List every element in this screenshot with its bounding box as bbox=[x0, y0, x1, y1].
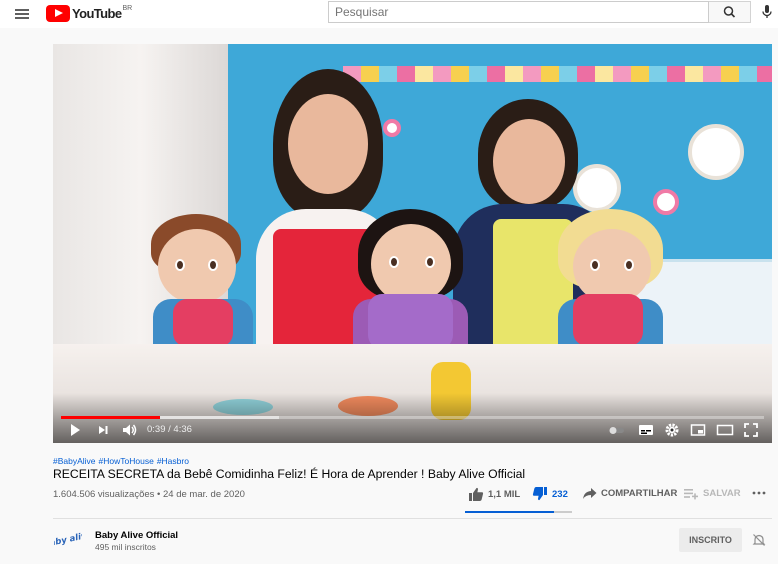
volume-icon[interactable] bbox=[121, 422, 139, 438]
youtube-watch-page: YouTube BR Pesquisar 0:39 / 4:36 #BabyAl… bbox=[0, 0, 778, 564]
hashtag-link[interactable]: #HowToHouse bbox=[99, 456, 154, 466]
progress-bar[interactable] bbox=[61, 416, 764, 419]
subscribe-button[interactable]: INSCRITO bbox=[679, 528, 742, 552]
like-button[interactable]: 1,1 MIL bbox=[468, 487, 520, 501]
autoplay-toggle-icon[interactable] bbox=[608, 422, 628, 438]
dislike-count: 232 bbox=[552, 488, 568, 500]
search-input[interactable]: Pesquisar bbox=[328, 1, 709, 23]
like-count: 1,1 MIL bbox=[488, 488, 521, 500]
search-icon bbox=[723, 6, 736, 18]
settings-icon[interactable] bbox=[664, 422, 680, 438]
divider bbox=[53, 518, 772, 519]
fullscreen-icon[interactable] bbox=[743, 422, 759, 438]
save-label: SALVAR bbox=[703, 488, 741, 499]
like-dislike-ratio-bar bbox=[465, 511, 572, 513]
play-icon[interactable] bbox=[67, 422, 83, 438]
save-button[interactable]: SALVAR bbox=[683, 487, 741, 500]
dislike-button[interactable]: 232 bbox=[532, 487, 568, 501]
like-ratio-fill bbox=[465, 511, 554, 513]
video-frame bbox=[53, 44, 772, 443]
meta-separator: • bbox=[157, 489, 161, 500]
search-button[interactable] bbox=[709, 1, 751, 23]
hashtag-link[interactable]: #BabyAlive bbox=[53, 456, 96, 466]
theater-mode-icon[interactable] bbox=[716, 422, 734, 438]
next-icon[interactable] bbox=[95, 422, 111, 438]
share-button[interactable]: COMPARTILHAR bbox=[582, 487, 677, 500]
channel-name[interactable]: Baby Alive Official bbox=[95, 530, 178, 541]
channel-avatar-logo-text: baby alive bbox=[54, 530, 82, 550]
subtitles-icon[interactable] bbox=[638, 422, 654, 438]
video-title: RECEITA SECRETA da Bebê Comidinha Feliz!… bbox=[53, 467, 526, 481]
video-meta: 1.604.506 visualizações • 24 de mar. de … bbox=[53, 489, 245, 500]
miniplayer-icon[interactable] bbox=[690, 422, 706, 438]
share-label: COMPARTILHAR bbox=[601, 488, 678, 499]
view-count: 1.604.506 visualizações bbox=[53, 489, 155, 500]
hashtag-list: #BabyAlive #HowToHouse #Hasbro bbox=[53, 456, 192, 466]
notification-bell-off-icon[interactable] bbox=[752, 533, 766, 547]
channel-avatar[interactable]: baby alive bbox=[43, 528, 94, 552]
more-actions-icon[interactable] bbox=[751, 487, 771, 499]
add-to-playlist-icon bbox=[684, 489, 698, 500]
thumbs-up-icon bbox=[469, 487, 484, 501]
microphone-icon[interactable] bbox=[758, 3, 776, 21]
logo-country-code: BR bbox=[122, 5, 133, 12]
thumbs-down-icon bbox=[532, 487, 547, 501]
time-display: 0:39 / 4:36 bbox=[147, 424, 192, 435]
video-player[interactable]: 0:39 / 4:36 bbox=[53, 44, 772, 443]
masthead: YouTube BR Pesquisar bbox=[0, 0, 778, 28]
menu-icon[interactable] bbox=[12, 4, 32, 24]
subscriber-count: 495 mil inscritos bbox=[95, 542, 156, 552]
hashtag-link[interactable]: #Hasbro bbox=[157, 456, 189, 466]
youtube-play-logo-icon bbox=[46, 5, 70, 22]
share-icon bbox=[583, 488, 597, 499]
youtube-logo[interactable]: YouTube BR bbox=[46, 4, 132, 22]
upload-date: 24 de mar. de 2020 bbox=[163, 489, 245, 500]
logo-text: YouTube bbox=[72, 6, 122, 21]
progress-fill bbox=[61, 416, 161, 419]
